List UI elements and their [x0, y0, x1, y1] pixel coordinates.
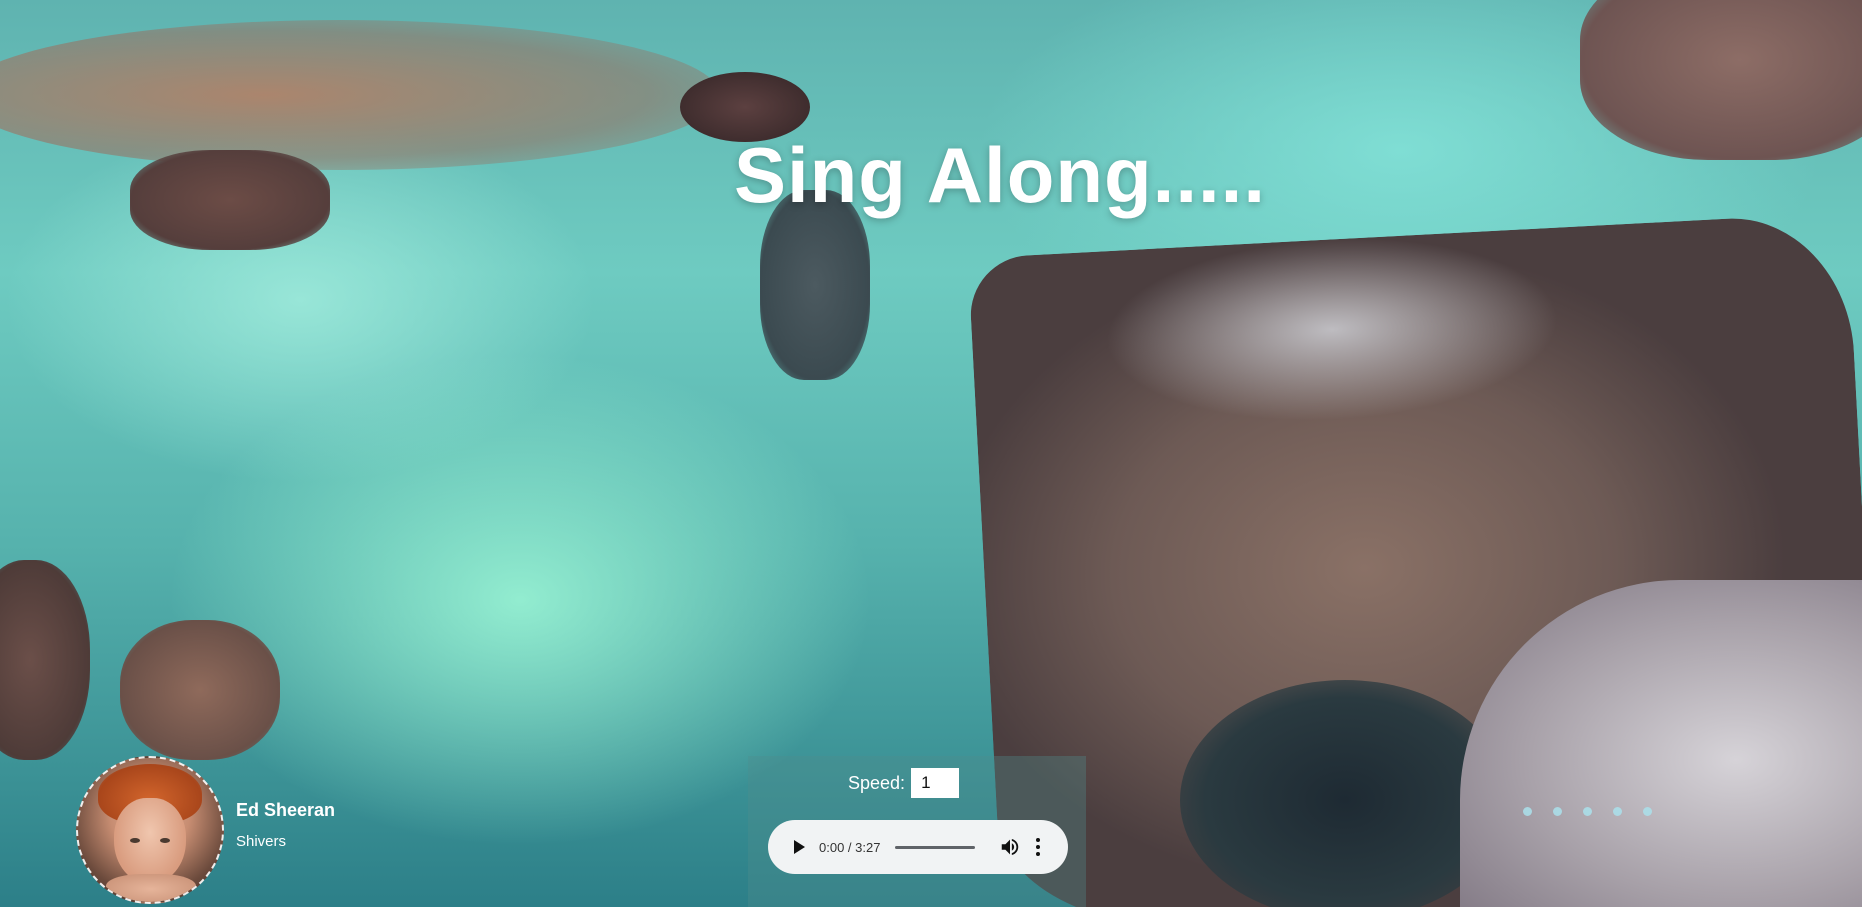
- artist-name: Ed Sheeran: [236, 800, 336, 820]
- speed-label: Speed:: [848, 772, 906, 793]
- carousel-dots: [1523, 807, 1673, 816]
- artist-avatar: [76, 756, 224, 904]
- speed-input[interactable]: [911, 768, 960, 798]
- time-display: 0:00 / 3:27: [819, 839, 881, 855]
- play-icon[interactable]: [794, 840, 805, 854]
- volume-icon[interactable]: [999, 836, 1021, 858]
- seek-bar[interactable]: [895, 845, 976, 849]
- carousel-dot[interactable]: [1583, 807, 1592, 816]
- song-title: Shivers: [236, 833, 287, 850]
- audio-player[interactable]: 0:00 / 3:27: [768, 820, 1068, 874]
- carousel-dot[interactable]: [1613, 807, 1622, 816]
- background-rock: [0, 560, 90, 760]
- more-vert-icon[interactable]: [1035, 838, 1041, 856]
- now-playing-info: Ed Sheeran Shivers: [76, 756, 335, 904]
- player-panel: Speed: 0:00 / 3:27: [748, 756, 1086, 907]
- carousel-dot[interactable]: [1643, 807, 1652, 816]
- carousel-dot[interactable]: [1553, 807, 1562, 816]
- artist-text: Ed Sheeran Shivers: [236, 800, 335, 850]
- background-rock: [120, 620, 280, 760]
- carousel-dot[interactable]: [1523, 807, 1532, 816]
- background-scene: Sing Along..... Ed Sheeran Shivers Speed…: [0, 0, 1862, 907]
- page-title: Sing Along.....: [733, 131, 1267, 219]
- speed-control: Speed:: [848, 768, 960, 798]
